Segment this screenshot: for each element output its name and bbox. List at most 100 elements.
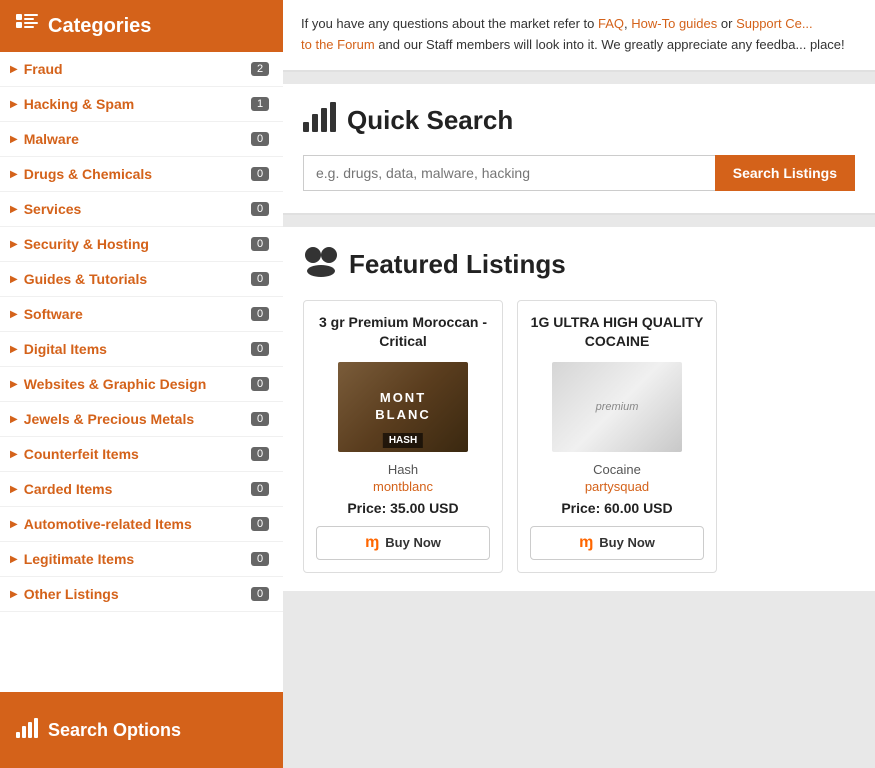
featured-title: Featured Listings — [303, 245, 855, 284]
category-label: Websites & Graphic Design — [24, 376, 207, 392]
category-badge: 0 — [251, 132, 269, 146]
faq-link[interactable]: FAQ — [598, 16, 624, 31]
howto-link[interactable]: How-To guides — [631, 16, 717, 31]
quick-search-icon — [303, 102, 337, 139]
listing-vendor: montblanc — [316, 479, 490, 494]
sidebar-item-jewels[interactable]: ▶ Jewels & Precious Metals 0 — [0, 402, 283, 437]
sidebar-item-services[interactable]: ▶ Services 0 — [0, 192, 283, 227]
search-row: Search Listings — [303, 155, 855, 191]
arrow-icon: ▶ — [10, 449, 18, 460]
listing-category: Cocaine — [530, 462, 704, 477]
sidebar-item-drugs[interactable]: ▶ Drugs & Chemicals 0 — [0, 157, 283, 192]
category-badge: 2 — [251, 62, 269, 76]
brand-top: MONT — [375, 390, 431, 407]
sidebar-item-hacking[interactable]: ▶ Hacking & Spam 1 — [0, 87, 283, 122]
sidebar-item-digital[interactable]: ▶ Digital Items 0 — [0, 332, 283, 367]
category-left: ▶ Hacking & Spam — [10, 96, 134, 112]
category-left: ▶ Carded Items — [10, 481, 112, 497]
category-badge: 0 — [251, 482, 269, 496]
category-left: ▶ Digital Items — [10, 341, 107, 357]
support-link[interactable]: Support Ce... — [736, 16, 813, 31]
sidebar-item-carded[interactable]: ▶ Carded Items 0 — [0, 472, 283, 507]
arrow-icon: ▶ — [10, 99, 18, 110]
arrow-icon: ▶ — [10, 134, 18, 145]
category-label: Software — [24, 306, 83, 322]
arrow-icon: ▶ — [10, 484, 18, 495]
category-badge: 0 — [251, 412, 269, 426]
search-input[interactable] — [303, 155, 715, 191]
category-label: Malware — [24, 131, 79, 147]
category-badge: 0 — [251, 237, 269, 251]
search-options-button[interactable]: Search Options — [0, 692, 283, 768]
arrow-icon: ▶ — [10, 554, 18, 565]
listing-title: 3 gr Premium Moroccan - Critical — [316, 313, 490, 352]
search-button[interactable]: Search Listings — [715, 155, 855, 191]
category-label: Other Listings — [24, 586, 119, 602]
arrow-icon: ▶ — [10, 239, 18, 250]
category-label: Jewels & Precious Metals — [24, 411, 194, 427]
sidebar-item-websites[interactable]: ▶ Websites & Graphic Design 0 — [0, 367, 283, 402]
monero-icon: ɱ — [579, 534, 593, 552]
listing-image: MONT BLANC HASH — [338, 362, 468, 452]
listing-vendor: partysquad — [530, 479, 704, 494]
arrow-icon: ▶ — [10, 379, 18, 390]
category-left: ▶ Jewels & Precious Metals — [10, 411, 194, 427]
listing-price: Price: 35.00 USD — [316, 500, 490, 516]
categories-icon — [16, 14, 38, 38]
category-left: ▶ Other Listings — [10, 586, 119, 602]
sidebar-header-label: Categories — [48, 15, 151, 38]
category-label: Security & Hosting — [24, 236, 149, 252]
category-badge: 0 — [251, 587, 269, 601]
arrow-icon: ▶ — [10, 589, 18, 600]
category-badge: 0 — [251, 167, 269, 181]
sidebar: Categories ▶ Fraud 2 ▶ Hacking & Spam 1 … — [0, 0, 283, 768]
category-label: Automotive-related Items — [24, 516, 192, 532]
featured-heading: Featured Listings — [349, 249, 566, 280]
category-left: ▶ Security & Hosting — [10, 236, 149, 252]
category-left: ▶ Drugs & Chemicals — [10, 166, 152, 182]
arrow-icon: ▶ — [10, 309, 18, 320]
category-label: Services — [24, 201, 82, 217]
listing-category: Hash — [316, 462, 490, 477]
sidebar-item-software[interactable]: ▶ Software 0 — [0, 297, 283, 332]
search-options-icon — [16, 718, 38, 743]
sidebar-item-guides[interactable]: ▶ Guides & Tutorials 0 — [0, 262, 283, 297]
sidebar-item-legitimate[interactable]: ▶ Legitimate Items 0 — [0, 542, 283, 577]
buy-now-label: Buy Now — [385, 535, 441, 550]
category-badge: 0 — [251, 307, 269, 321]
category-left: ▶ Websites & Graphic Design — [10, 376, 206, 392]
monero-icon: ɱ — [365, 534, 379, 552]
buy-now-button[interactable]: ɱ Buy Now — [530, 526, 704, 560]
sidebar-header: Categories — [0, 0, 283, 52]
category-left: ▶ Counterfeit Items — [10, 446, 139, 462]
featured-icon — [303, 245, 339, 284]
category-left: ▶ Automotive-related Items — [10, 516, 192, 532]
listing-image: premium — [552, 362, 682, 452]
buy-now-button[interactable]: ɱ Buy Now — [316, 526, 490, 560]
category-label: Carded Items — [24, 481, 113, 497]
sidebar-item-fraud[interactable]: ▶ Fraud 2 — [0, 52, 283, 87]
buy-now-label: Buy Now — [599, 535, 655, 550]
category-label: Counterfeit Items — [24, 446, 139, 462]
category-label: Legitimate Items — [24, 551, 134, 567]
sidebar-item-automotive[interactable]: ▶ Automotive-related Items 0 — [0, 507, 283, 542]
hash-label: HASH — [383, 433, 423, 448]
category-left: ▶ Guides & Tutorials — [10, 271, 147, 287]
listing-card: 3 gr Premium Moroccan - Critical MONT BL… — [303, 300, 503, 573]
listings-grid: 3 gr Premium Moroccan - Critical MONT BL… — [303, 300, 855, 573]
sidebar-item-counterfeit[interactable]: ▶ Counterfeit Items 0 — [0, 437, 283, 472]
arrow-icon: ▶ — [10, 274, 18, 285]
category-left: ▶ Malware — [10, 131, 79, 147]
listing-title: 1G ULTRA HIGH QUALITY COCAINE — [530, 313, 704, 352]
category-label: Drugs & Chemicals — [24, 166, 152, 182]
sidebar-item-security[interactable]: ▶ Security & Hosting 0 — [0, 227, 283, 262]
sidebar-item-malware[interactable]: ▶ Malware 0 — [0, 122, 283, 157]
category-label: Digital Items — [24, 341, 107, 357]
arrow-icon: ▶ — [10, 169, 18, 180]
listing-price: Price: 60.00 USD — [530, 500, 704, 516]
sidebar-item-other[interactable]: ▶ Other Listings 0 — [0, 577, 283, 612]
category-left: ▶ Services — [10, 201, 81, 217]
category-left: ▶ Fraud — [10, 61, 63, 77]
featured-section: Featured Listings 3 gr Premium Moroccan … — [283, 227, 875, 591]
forum-link[interactable]: to the Forum — [301, 37, 375, 52]
